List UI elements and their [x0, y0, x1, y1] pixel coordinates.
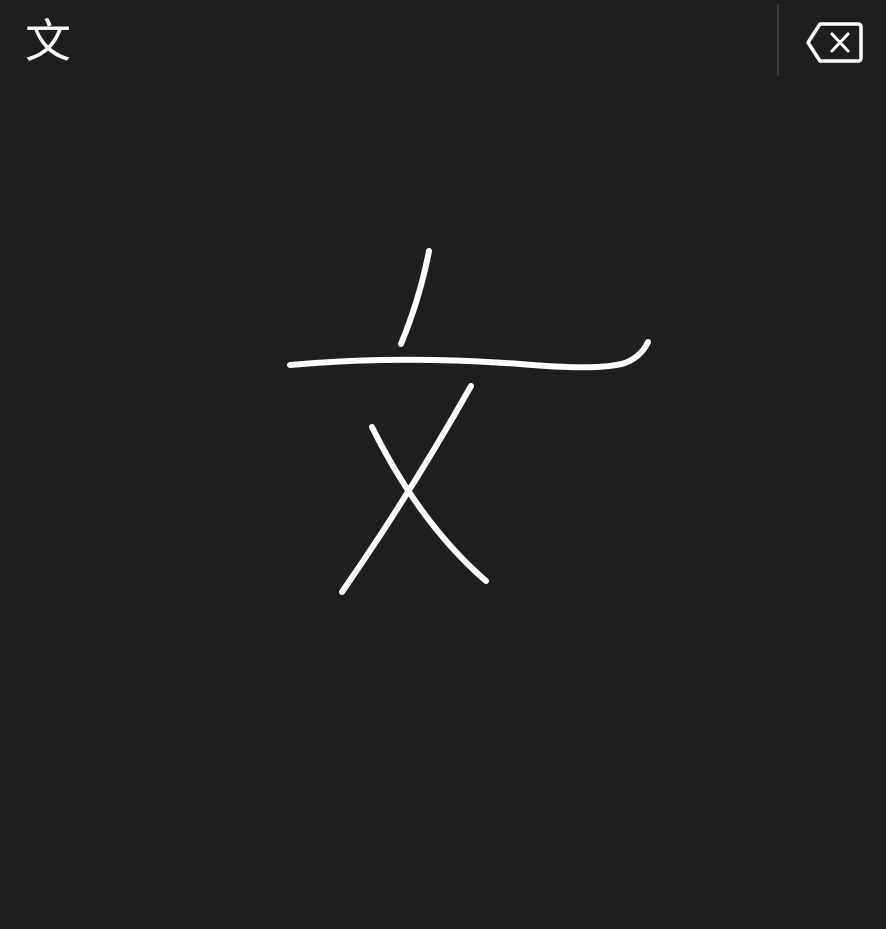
handwriting-keyboard: 文 — [0, 0, 886, 929]
stroke-horizontal — [287, 339, 651, 371]
handwriting-canvas[interactable] — [0, 84, 886, 929]
delete-button[interactable] — [800, 14, 870, 72]
toolbar-divider — [777, 4, 779, 76]
stroke-dot — [398, 248, 432, 347]
stroke-right-falling — [369, 424, 489, 584]
delete-backward-icon — [806, 22, 863, 63]
handwriting-ink — [287, 248, 651, 595]
language-switch-button[interactable]: 文 — [18, 10, 78, 72]
